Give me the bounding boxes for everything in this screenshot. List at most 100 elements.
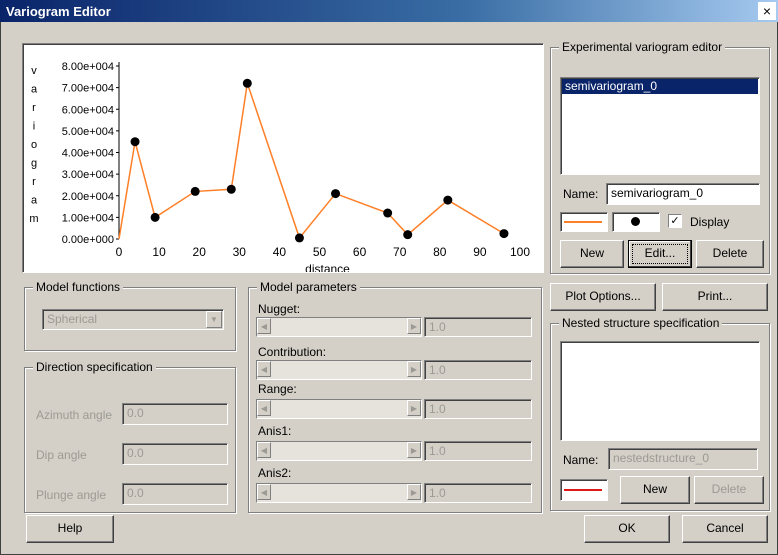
slider-right-icon[interactable]: ▶ [407, 318, 421, 334]
title-bar: Variogram Editor × [0, 0, 778, 22]
delete-nested-button[interactable]: Delete [694, 476, 764, 504]
model-function-value: Spherical [47, 312, 98, 326]
range-label: Range: [258, 382, 297, 396]
data-point [499, 229, 509, 239]
experimental-group-label: Experimental variogram editor [559, 40, 726, 54]
y-axis-label-letter: o [31, 139, 37, 151]
direction-group-label: Direction specification [33, 360, 156, 374]
line-style-swatch[interactable] [560, 212, 608, 232]
anis1-label: Anis1: [258, 424, 292, 438]
range-field[interactable]: 1.0 [424, 399, 532, 419]
nugget-field[interactable]: 1.0 [424, 317, 532, 337]
nugget-slider[interactable]: ◀ ▶ [256, 317, 422, 337]
y-tick-label: 0.00e+000 [62, 234, 114, 246]
anis2-slider[interactable]: ◀ ▶ [256, 483, 422, 503]
slider-right-icon[interactable]: ▶ [407, 361, 421, 377]
data-point [190, 186, 200, 196]
nugget-label: Nugget: [258, 302, 301, 316]
x-axis-label: distance [305, 262, 350, 272]
y-axis-label-letter: r [32, 102, 36, 114]
data-point [403, 230, 413, 240]
y-tick-label: 5.00e+004 [62, 126, 114, 138]
data-point [443, 195, 453, 205]
window-title: Variogram Editor [6, 4, 111, 19]
print-button[interactable]: Print... [662, 283, 768, 311]
new-nested-button[interactable]: New [620, 476, 690, 504]
slider-right-icon[interactable]: ▶ [407, 400, 421, 416]
slider-right-icon[interactable]: ▶ [407, 442, 421, 458]
y-axis-label-letter: r [32, 176, 36, 188]
marker-sample-icon [631, 217, 640, 226]
help-button[interactable]: Help [26, 515, 114, 543]
slider-left-icon[interactable]: ◀ [257, 361, 271, 377]
plunge-label: Plunge angle [36, 488, 107, 502]
delete-variogram-button[interactable]: Delete [696, 240, 764, 268]
chart-panel: 0.00e+000 1.00e+004 2.00e+004 3.00e+004 4.00… [22, 43, 544, 273]
anis2-label: Anis2: [258, 466, 292, 480]
ok-button[interactable]: OK [584, 515, 670, 543]
new-variogram-button[interactable]: New [560, 240, 624, 268]
x-tick-label: 40 [273, 245, 287, 259]
nested-name-label: Name: [563, 453, 599, 467]
nested-line-sample [564, 489, 602, 491]
range-slider[interactable]: ◀ ▶ [256, 399, 422, 419]
chevron-down-icon: ▼ [206, 311, 222, 328]
variogram-list-item[interactable]: semivariogram_0 [562, 79, 758, 94]
azimuth-field[interactable]: 0.0 [122, 403, 228, 425]
y-axis-label-letter: i [33, 121, 35, 133]
y-axis-label-letter: g [31, 158, 37, 170]
x-tick-label: 80 [433, 245, 447, 259]
contribution-field[interactable]: 1.0 [424, 360, 532, 380]
dip-field[interactable]: 0.0 [122, 443, 228, 465]
x-tick-label: 0 [116, 245, 123, 259]
data-point [331, 189, 341, 199]
anis2-field[interactable]: 1.0 [424, 483, 532, 503]
model-parameters-label: Model parameters [257, 280, 360, 294]
nested-line-swatch[interactable] [560, 479, 608, 501]
variogram-chart: 0.00e+000 1.00e+004 2.00e+004 3.00e+004 4.00… [29, 61, 530, 272]
marker-style-swatch[interactable] [612, 212, 660, 232]
contribution-slider[interactable]: ◀ ▶ [256, 360, 422, 380]
data-point [226, 184, 236, 194]
y-axis-label-letter: a [31, 84, 38, 96]
slider-left-icon[interactable]: ◀ [257, 484, 271, 500]
line-style-sample [564, 221, 602, 223]
experimental-name-field[interactable]: semivariogram_0 [606, 183, 760, 205]
close-icon[interactable]: × [758, 2, 776, 20]
y-tick-label: 6.00e+004 [62, 104, 114, 116]
y-tick-label: 2.00e+004 [62, 191, 114, 203]
plunge-field[interactable]: 0.0 [122, 483, 228, 505]
x-tick-label: 90 [473, 245, 487, 259]
edit-variogram-button[interactable]: Edit... [628, 240, 692, 268]
experimental-name-label: Name: [563, 187, 599, 201]
y-tick-label: 7.00e+004 [62, 83, 114, 95]
x-tick-label: 60 [353, 245, 367, 259]
slider-left-icon[interactable]: ◀ [257, 442, 271, 458]
y-tick-label: 4.00e+004 [62, 148, 114, 160]
y-tick-label: 8.00e+004 [62, 61, 114, 73]
slider-right-icon[interactable]: ▶ [407, 484, 421, 500]
x-tick-label: 20 [193, 245, 207, 259]
azimuth-label: Azimuth angle [36, 408, 113, 422]
x-tick-label: 10 [152, 245, 166, 259]
model-function-select[interactable]: Spherical ▼ [42, 309, 224, 330]
dip-label: Dip angle [36, 448, 87, 462]
x-tick-label: 50 [313, 245, 327, 259]
x-tick-label: 70 [393, 245, 407, 259]
anis1-slider[interactable]: ◀ ▶ [256, 441, 422, 461]
slider-left-icon[interactable]: ◀ [257, 400, 271, 416]
x-tick-label: 100 [510, 245, 530, 259]
display-checkbox[interactable]: ✓ [668, 214, 682, 228]
nested-name-field[interactable]: nestedstructure_0 [608, 448, 758, 470]
nested-structure-list[interactable] [560, 341, 760, 441]
data-point [383, 208, 393, 218]
x-tick-label: 30 [233, 245, 247, 259]
variogram-list[interactable]: semivariogram_0 [560, 77, 760, 175]
anis1-field[interactable]: 1.0 [424, 441, 532, 461]
plot-options-button[interactable]: Plot Options... [550, 283, 656, 311]
nested-structure-label: Nested structure specification [559, 316, 723, 330]
slider-left-icon[interactable]: ◀ [257, 318, 271, 334]
data-point [294, 233, 304, 243]
y-axis-label-letter: a [31, 195, 38, 207]
cancel-button[interactable]: Cancel [682, 515, 768, 543]
